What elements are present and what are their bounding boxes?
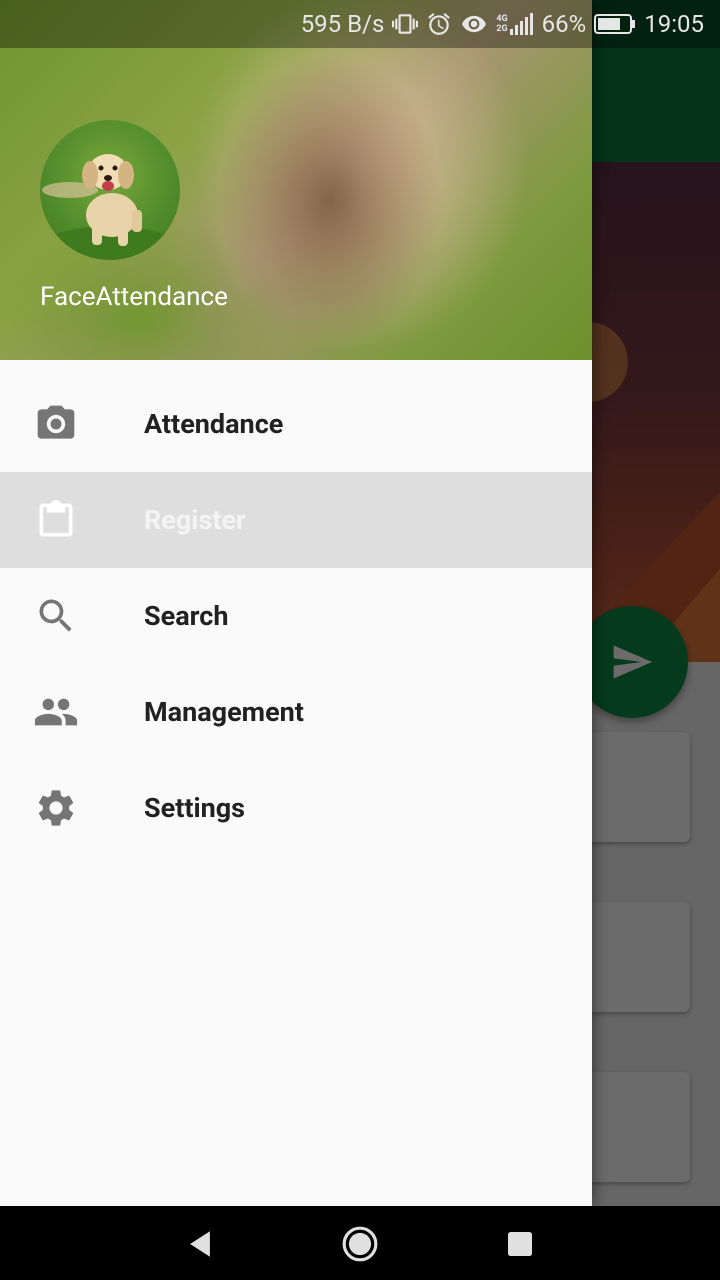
menu-label: Attendance — [144, 408, 284, 440]
network-type-bottom: 2G — [496, 24, 508, 34]
puppy-image — [40, 154, 180, 260]
back-icon — [190, 1231, 210, 1257]
clock: 19:05 — [644, 10, 704, 38]
menu-item-register[interactable]: Register — [0, 472, 592, 568]
drawer-menu: Attendance Register Search Management Se — [0, 376, 592, 856]
home-icon — [342, 1226, 378, 1262]
menu-label: Search — [144, 600, 229, 632]
back-button[interactable] — [180, 1224, 220, 1264]
camera-icon — [32, 400, 80, 448]
vibrate-icon — [392, 11, 419, 37]
recents-button[interactable] — [500, 1224, 540, 1264]
people-icon — [32, 688, 80, 736]
gear-icon — [32, 784, 80, 832]
signal-icon — [509, 13, 534, 35]
system-nav-bar — [0, 1206, 720, 1280]
eye-icon — [460, 11, 488, 37]
battery-percent: 66% — [541, 10, 587, 38]
home-button[interactable] — [340, 1224, 380, 1264]
alarm-icon — [426, 11, 452, 37]
recents-icon — [508, 1232, 532, 1256]
menu-item-management[interactable]: Management — [0, 664, 592, 760]
clipboard-icon — [32, 496, 80, 544]
navigation-drawer: FaceAttendance Attendance Register Searc… — [0, 0, 592, 1206]
status-bar: 595 B/s 4G 2G 66% 19:05 — [0, 0, 720, 48]
search-icon — [32, 592, 80, 640]
menu-label: Settings — [144, 792, 246, 824]
network-type: 4G 2G — [496, 14, 507, 34]
menu-item-search[interactable]: Search — [0, 568, 592, 664]
menu-item-settings[interactable]: Settings — [0, 760, 592, 856]
puppy-avatar[interactable] — [40, 120, 180, 260]
menu-item-attendance[interactable]: Attendance — [0, 376, 592, 472]
menu-label: Management — [144, 696, 304, 728]
network-type-top: 4G — [496, 14, 508, 24]
app-name: FaceAttendance — [40, 282, 228, 312]
drawer-header: FaceAttendance — [0, 0, 592, 360]
menu-label: Register — [144, 504, 246, 536]
battery-icon — [594, 13, 636, 35]
net-speed: 595 B/s — [300, 10, 385, 38]
